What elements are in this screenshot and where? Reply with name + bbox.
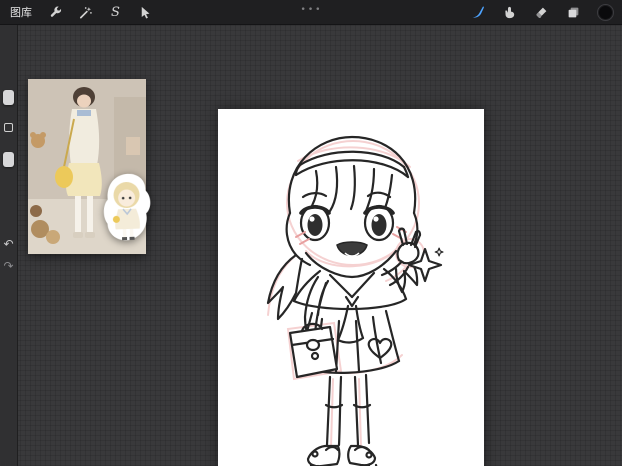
adjustments-button[interactable] — [77, 4, 94, 21]
smudge-button[interactable] — [501, 4, 518, 21]
erase-button[interactable] — [533, 4, 550, 21]
actions-button[interactable] — [47, 4, 64, 21]
paint-brush-icon — [470, 4, 486, 20]
topbar-left-tools: 图库 S — [0, 4, 154, 21]
eraser-icon — [534, 5, 549, 20]
chibi-sticker-image — [103, 173, 151, 241]
transform-button[interactable] — [137, 4, 154, 21]
reference-sticker[interactable] — [98, 170, 157, 246]
brush-sidebar: ↶ ↷ — [0, 24, 18, 466]
topbar-right-tools — [469, 3, 622, 21]
paint-button[interactable] — [469, 4, 486, 21]
chibi-line-art — [266, 135, 444, 466]
layers-icon — [566, 5, 581, 20]
procreate-app: 图库 S ••• ↶ ↷ — [0, 0, 622, 466]
drawing-canvas[interactable] — [218, 109, 484, 466]
workspace — [0, 24, 622, 466]
layers-button[interactable] — [565, 4, 582, 21]
undo-button[interactable]: ↶ — [0, 238, 17, 250]
topbar: 图库 S ••• — [0, 0, 622, 25]
selection-button[interactable]: S — [107, 4, 124, 21]
color-swatch — [597, 3, 614, 21]
gallery-button[interactable]: 图库 — [8, 4, 34, 20]
magic-wand-icon — [78, 5, 93, 20]
transform-cursor-icon — [138, 5, 153, 20]
modify-button[interactable] — [4, 123, 13, 132]
wrench-icon — [48, 5, 63, 20]
selection-s-icon: S — [111, 4, 120, 20]
redo-button[interactable]: ↷ — [0, 260, 17, 272]
window-handle[interactable]: ••• — [301, 5, 323, 15]
brush-size-slider[interactable] — [3, 90, 14, 105]
opacity-slider[interactable] — [3, 152, 14, 167]
smudge-finger-icon — [502, 5, 517, 20]
color-button[interactable] — [597, 3, 614, 21]
